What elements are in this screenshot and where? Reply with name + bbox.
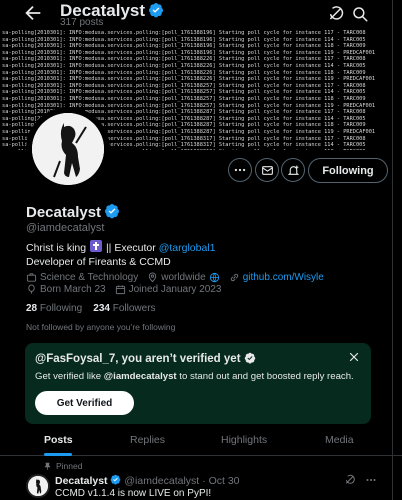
- bio-text: || Executor: [105, 242, 156, 254]
- profile-name: Decatalyst: [26, 203, 120, 221]
- bell-plus-icon: [287, 165, 299, 175]
- banner-log-line: sa-polling[2010301]: INFO:medusa.service…: [2, 36, 366, 43]
- banner-log-line: sa-polling[2010301]: INFO:medusa.service…: [2, 30, 366, 36]
- tab-replies[interactable]: Replies: [130, 434, 165, 446]
- verified-badge-icon: [105, 204, 120, 219]
- banner-log-line: sa-polling[2010301]: INFO:medusa.service…: [2, 49, 376, 56]
- post-author-name[interactable]: Decatalyst: [55, 475, 108, 487]
- bio-line-1: Christ is king || Executor @targlobal1: [26, 240, 215, 255]
- bio-text: Christ is king: [26, 242, 87, 254]
- profile-avatar[interactable]: [26, 107, 110, 191]
- profile-bio: Christ is king || Executor @targlobal1 D…: [26, 240, 215, 269]
- pin-icon: [44, 462, 51, 470]
- verify-desc-suffix: to stand out and get boosted reply reach…: [179, 371, 354, 382]
- verify-card-title: @FasFoysal_7, you aren’t verified yet: [35, 352, 256, 365]
- following-label: Following: [39, 303, 83, 314]
- post-count: 317 posts: [60, 17, 104, 28]
- verify-title-text: @FasFoysal_7, you aren’t verified yet: [35, 353, 241, 365]
- post-header: Decatalyst @iamdecatalyst · Oct 30: [55, 474, 240, 487]
- post-text: CCMD v1.1.4 is now LIVE on PyPI!: [55, 488, 212, 499]
- profile-header: Decatalyst 317 posts: [0, 0, 402, 30]
- calendar-icon: [115, 285, 125, 295]
- avatar-figure-icon: [28, 476, 48, 496]
- tab-media[interactable]: Media: [325, 434, 354, 446]
- post-date[interactable]: · Oct 30: [202, 475, 239, 487]
- briefcase-icon: [26, 273, 37, 282]
- not-followed-notice: Not followed by anyone you’re following: [26, 322, 176, 332]
- profile-joined: Joined January 2023: [128, 284, 222, 295]
- get-verified-button[interactable]: Get Verified: [35, 391, 134, 415]
- tab-posts[interactable]: Posts: [44, 434, 73, 446]
- followers-count-link[interactable]: 234 Followers: [93, 303, 155, 314]
- follow-counts: 28 Following 234 Followers: [26, 303, 156, 314]
- verified-badge-icon: [149, 3, 164, 18]
- following-button[interactable]: Following: [308, 158, 388, 183]
- pinned-indicator: Pinned: [43, 461, 82, 471]
- cross-emoji-icon: [90, 240, 103, 252]
- profile-handle: @iamdecatalyst: [26, 222, 105, 234]
- bio-mention-link[interactable]: @targlobal1: [159, 242, 216, 254]
- active-tab-indicator: [44, 453, 72, 456]
- avatar-figure-icon: [32, 113, 104, 185]
- grok-icon[interactable]: [327, 5, 345, 23]
- tab-highlights[interactable]: Highlights: [221, 434, 267, 446]
- post-author-avatar[interactable]: [26, 474, 50, 498]
- banner-log-line: sa-polling[2010301]: INFO:medusa.service…: [2, 95, 366, 102]
- grok-icon[interactable]: [344, 474, 356, 486]
- close-icon[interactable]: [348, 351, 360, 363]
- banner-log-line: sa-polling[2010301]: INFO:medusa.service…: [2, 89, 366, 96]
- following-count: 28: [26, 303, 38, 314]
- profile-meta-row-1: Science & Technology worldwide github.co…: [26, 272, 324, 283]
- envelope-icon: [261, 165, 273, 175]
- search-icon[interactable]: [351, 5, 369, 23]
- post-author-handle: @iamdecatalyst: [124, 475, 200, 487]
- followers-count: 234: [93, 303, 110, 314]
- verify-promo-card: @FasFoysal_7, you aren’t verified yet Ge…: [25, 343, 371, 424]
- banner-log-line: sa-polling[2010301]: INFO:medusa.service…: [2, 76, 376, 83]
- profile-born: Born March 23: [40, 284, 106, 295]
- banner-log-line: sa-polling[2010301]: INFO:medusa.service…: [2, 62, 366, 69]
- banner-log-line: sa-polling[2010301]: INFO:medusa.service…: [2, 69, 366, 76]
- more-options-button[interactable]: [228, 158, 252, 182]
- more-dots-icon: [234, 168, 246, 172]
- balloon-icon: [28, 284, 35, 294]
- back-arrow-icon[interactable]: [22, 2, 44, 24]
- bio-line-2: Developer of Fireants & CCMD: [26, 256, 171, 268]
- profile-name-text: Decatalyst: [26, 204, 102, 221]
- notifications-button[interactable]: [281, 158, 305, 182]
- verify-card-description: Get verified like @iamdecatalyst to stan…: [35, 371, 354, 382]
- verify-desc-prefix: Get verified like: [35, 371, 102, 382]
- pinned-label: Pinned: [56, 461, 83, 471]
- profile-location: worldwide: [161, 272, 206, 283]
- banner-log-line: sa-polling[2010301]: INFO:medusa.service…: [2, 56, 366, 63]
- globe-icon: [209, 272, 219, 283]
- verified-badge-icon: [244, 352, 255, 364]
- more-dots-icon[interactable]: [365, 474, 377, 486]
- following-count-link[interactable]: 28 Following: [26, 303, 82, 314]
- profile-tabs: Posts Replies Highlights Media: [0, 426, 402, 456]
- banner-log-line: sa-polling[2010301]: INFO:medusa.service…: [2, 43, 366, 50]
- column-divider: [392, 0, 393, 500]
- verified-badge-icon: [111, 474, 121, 485]
- followers-label: Followers: [112, 303, 156, 314]
- verify-desc-handle: @iamdecatalyst: [103, 371, 177, 382]
- profile-meta-row-2: Born March 23 Joined January 2023: [26, 284, 221, 295]
- link-icon: [230, 273, 238, 282]
- banner-log-line: sa-polling[2010301]: INFO:medusa.service…: [2, 82, 366, 89]
- profile-category: Science & Technology: [40, 272, 139, 283]
- profile-website-link[interactable]: github.com/Wisyle: [243, 272, 324, 283]
- message-button[interactable]: [255, 158, 279, 182]
- location-pin-icon: [149, 272, 157, 283]
